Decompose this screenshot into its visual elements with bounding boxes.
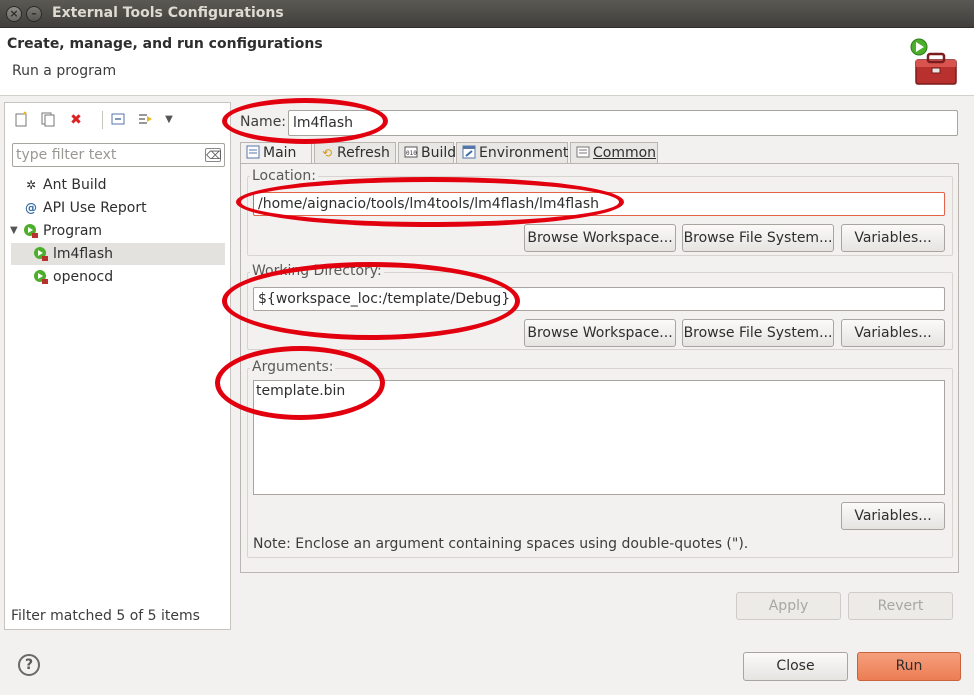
dialog-header: Create, manage, and run configurations R… [0,28,974,96]
collapse-all-icon[interactable] [109,111,127,129]
tab-label: Environment [479,145,569,161]
tree-item-label: API Use Report [43,200,147,216]
location-browse-workspace-button[interactable]: Browse Workspace... [524,224,676,252]
tab-refresh[interactable]: ⟲ Refresh [314,142,396,164]
tab-main[interactable]: Main [240,142,312,165]
toolbox-run-icon [910,38,957,85]
close-button[interactable]: Close [743,652,848,681]
tab-build[interactable]: 010 Build [398,142,457,164]
location-variables-button[interactable]: Variables... [841,224,945,252]
program-icon [23,223,39,239]
revert-button[interactable]: Revert [848,592,953,620]
name-input[interactable] [288,110,958,136]
environment-icon [461,145,477,161]
working-directory-input[interactable] [253,287,945,311]
program-config-icon [33,246,49,262]
help-icon[interactable]: ? [18,654,40,676]
program-config-icon [33,269,49,285]
location-input[interactable] [253,192,945,216]
arguments-label: Arguments: [250,359,336,375]
view-menu-chevron-down-icon[interactable]: ▼ [160,111,178,129]
tree-item-program[interactable]: ▼ Program [5,220,228,242]
arguments-variables-button[interactable]: Variables... [841,502,945,530]
tree-item-ant-build[interactable]: ✲ Ant Build [5,174,228,196]
filter-status: Filter matched 5 of 5 items [11,608,200,624]
window-title: External Tools Configurations [52,5,284,21]
tab-label: Common [593,145,657,161]
minimize-window-icon[interactable]: – [26,6,42,22]
tab-label: Main [263,145,297,161]
header-title: Create, manage, and run configurations [7,36,323,52]
location-label: Location: [250,168,318,184]
run-button[interactable]: Run [857,652,961,681]
filter-configurations-icon[interactable] [136,111,154,129]
refresh-icon: ⟲ [321,146,333,160]
main-tab-icon [245,145,261,161]
new-configuration-icon[interactable] [12,111,30,129]
tab-common[interactable]: Common [570,142,658,164]
toolbar-separator [102,111,103,129]
title-bar: × – External Tools Configurations [0,0,974,28]
common-icon [575,145,591,161]
delete-configuration-icon[interactable]: ✖ [67,111,85,129]
api-report-icon: @ [25,201,37,215]
tab-label: Refresh [337,145,390,161]
ant-icon: ✲ [25,178,37,192]
tab-label: Build [421,145,457,161]
clear-filter-icon[interactable]: ⌫ [205,148,222,162]
tree-item-label: openocd [53,269,114,285]
filter-field: ⌫ [12,143,225,167]
workdir-browse-file-system-button[interactable]: Browse File System... [682,319,834,347]
close-window-icon[interactable]: × [6,6,22,22]
header-subtitle: Run a program [12,63,117,79]
tree-item-label: Program [43,223,103,239]
tree-item-openocd[interactable]: openocd [5,266,228,288]
workdir-browse-workspace-button[interactable]: Browse Workspace... [524,319,676,347]
tree-item-label: lm4flash [53,246,113,262]
filter-input[interactable] [16,146,201,164]
expanded-chevron-icon[interactable]: ▼ [10,220,18,242]
name-label: Name: [240,114,287,130]
main-tab-content: Location: Browse Workspace... Browse Fil… [240,163,959,573]
tree-item-label: Ant Build [43,177,107,193]
configurations-toolbar: ✖ ▼ [5,103,230,137]
workdir-variables-button[interactable]: Variables... [841,319,945,347]
working-directory-label: Working Directory: [250,263,384,279]
configurations-panel: ✖ ▼ ⌫ ✲ Ant Build @ API Use Report ▼ Pro… [4,102,231,630]
arguments-textarea[interactable]: template.bin [253,380,945,495]
build-icon: 010 [403,145,419,161]
svg-text:010: 010 [406,150,417,157]
tree-item-api-use-report[interactable]: @ API Use Report [5,197,228,219]
location-browse-file-system-button[interactable]: Browse File System... [682,224,834,252]
tab-environment[interactable]: Environment [456,142,568,164]
arguments-note: Note: Enclose an argument containing spa… [253,536,749,552]
tree-item-lm4flash[interactable]: lm4flash [11,243,225,265]
duplicate-configuration-icon[interactable] [39,111,57,129]
apply-button[interactable]: Apply [736,592,841,620]
